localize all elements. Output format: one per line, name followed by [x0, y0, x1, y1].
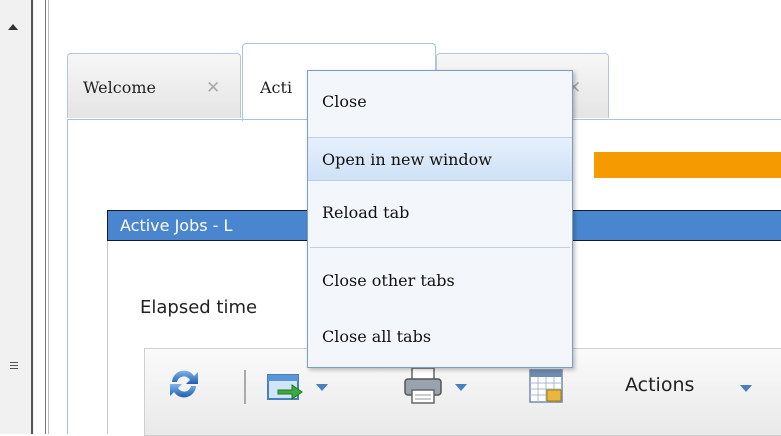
- menu-item-open-in-new-window[interactable]: Open in new window: [308, 137, 572, 181]
- actions-dropdown-icon[interactable]: [740, 385, 752, 392]
- menu-item-close-all-tabs[interactable]: Close all tabs: [308, 315, 572, 359]
- orange-highlight-bar: [594, 152, 781, 178]
- close-icon[interactable]: ✕: [206, 78, 220, 98]
- tab-context-menu: Close Open in new window Reload tab Clos…: [307, 70, 573, 368]
- tab-welcome[interactable]: Welcome ✕: [67, 53, 241, 118]
- divider: [31, 0, 33, 434]
- divider: [48, 0, 49, 434]
- divider: [45, 0, 46, 434]
- elapsed-time-label: Elapsed time: [140, 297, 258, 318]
- export-icon[interactable]: [266, 372, 306, 404]
- print-icon[interactable]: [402, 366, 444, 406]
- print-dropdown-icon[interactable]: [455, 384, 467, 391]
- tab-active-label: Acti: [260, 78, 293, 97]
- calendar-icon[interactable]: [528, 366, 564, 404]
- export-dropdown-icon[interactable]: [316, 384, 328, 391]
- menu-separator: [310, 247, 570, 248]
- menu-item-close-other-tabs[interactable]: Close other tabs: [308, 259, 572, 303]
- toolbar-separator: [244, 370, 246, 404]
- menu-item-close[interactable]: Close: [308, 80, 572, 124]
- tab-welcome-label: Welcome: [83, 78, 156, 97]
- actions-menu-button[interactable]: Actions: [625, 374, 694, 396]
- panel-border: [67, 119, 68, 434]
- menu-item-reload-tab[interactable]: Reload tab: [308, 191, 572, 235]
- scroll-grip-icon[interactable]: [10, 360, 18, 372]
- scroll-up-icon[interactable]: [8, 24, 18, 30]
- left-scrollbar[interactable]: [0, 0, 49, 434]
- refresh-icon[interactable]: [166, 366, 202, 402]
- panel-title: Active Jobs - L: [120, 216, 233, 235]
